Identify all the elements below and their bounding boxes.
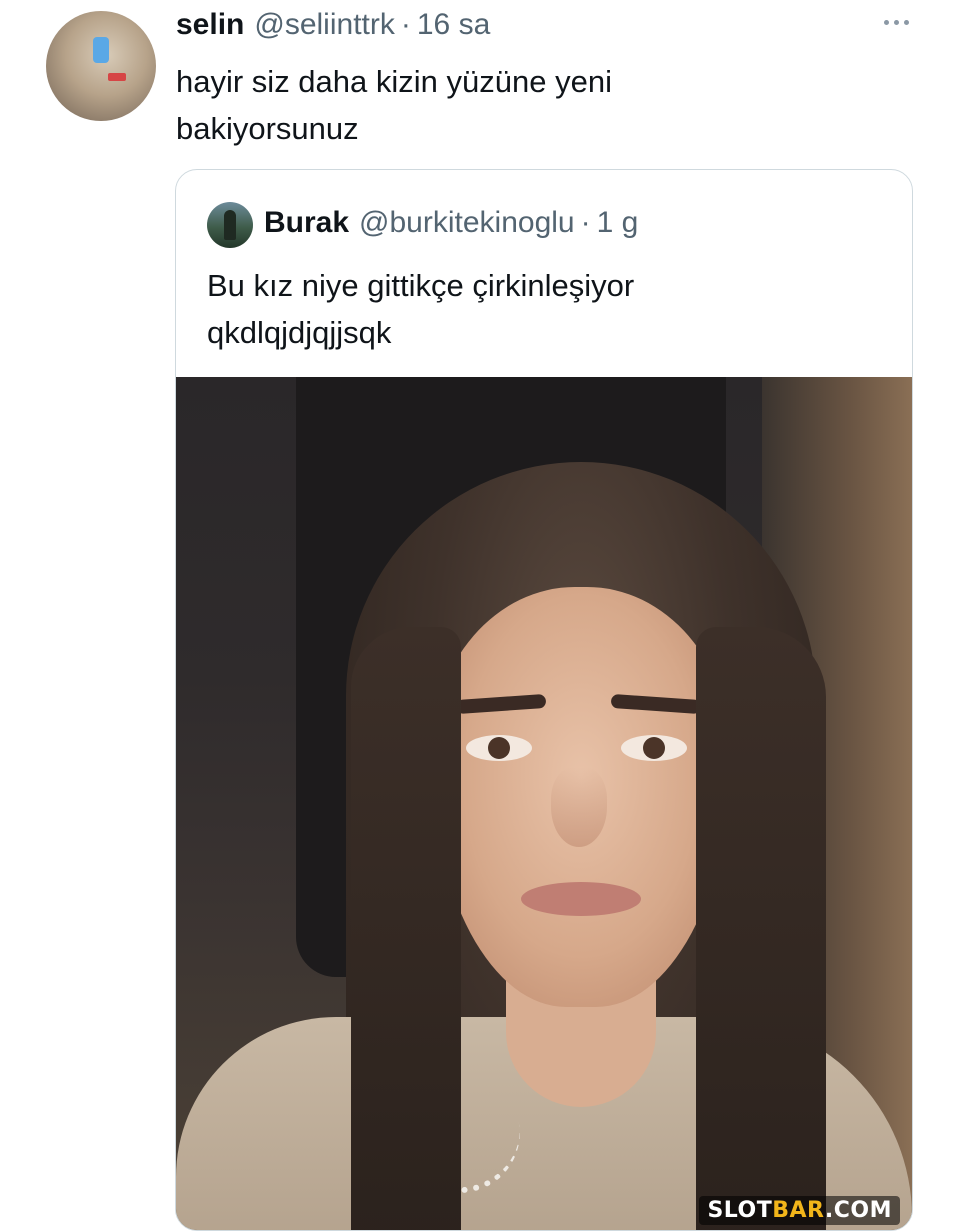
quoted-header-separator: · xyxy=(580,206,591,239)
quoted-tweet-text-line-2: qkdlqjdjqjjsqk xyxy=(207,315,392,350)
quoted-tweet-text-line-1: Bu kız niye gittikçe çirkinleşiyor xyxy=(207,268,635,303)
watermark-part-1: SLOT xyxy=(707,1198,773,1223)
photo-hair-left-strand xyxy=(351,627,461,1230)
watermark-logo: SLOTBAR.COM xyxy=(699,1196,900,1225)
photo-right-eye xyxy=(621,735,687,761)
watermark-part-3: .COM xyxy=(824,1198,892,1223)
quoted-tweet-photo[interactable]: SLOTBAR.COM xyxy=(176,377,912,1230)
avatar-sticker-detail xyxy=(108,73,126,81)
avatar-figure-detail xyxy=(224,210,236,240)
author-name[interactable]: selin xyxy=(176,8,244,42)
photo-mouth xyxy=(521,882,641,916)
tweet-timestamp[interactable]: 16 sa xyxy=(417,8,490,42)
author-avatar[interactable] xyxy=(46,11,156,121)
quoted-author-name[interactable]: Burak xyxy=(264,206,349,240)
avatar-phone-detail xyxy=(93,37,109,63)
photo-left-eye xyxy=(466,735,532,761)
quoted-tweet-text: Bu kız niye gittikçe çirkinleşiyor qkdlq… xyxy=(207,262,887,356)
tweet-header: selin @seliinttrk · 16 sa xyxy=(176,8,490,48)
photo-hair-right-strand xyxy=(696,627,826,1230)
tweet: selin @seliinttrk · 16 sa hayir siz daha… xyxy=(0,0,957,1231)
quoted-tweet[interactable]: Burak @burkitekinoglu · 1 g Bu kız niye … xyxy=(175,169,913,1231)
quoted-tweet-header: Burak @burkitekinoglu · 1 g xyxy=(264,206,638,240)
quoted-author-handle[interactable]: @burkitekinoglu xyxy=(359,206,575,240)
quoted-tweet-timestamp[interactable]: 1 g xyxy=(597,206,639,240)
tweet-text: hayir siz daha kizin yüzüne yeni bakiyor… xyxy=(176,64,612,146)
author-handle[interactable]: @seliinttrk xyxy=(254,8,394,42)
header-separator: · xyxy=(400,8,411,41)
more-horizontal-icon[interactable] xyxy=(884,20,909,25)
watermark-part-2: BAR xyxy=(772,1198,825,1223)
photo-nose xyxy=(551,767,607,847)
quoted-author-avatar[interactable] xyxy=(207,202,253,248)
